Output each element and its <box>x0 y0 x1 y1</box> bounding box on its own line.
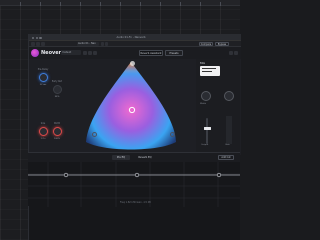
mix-title: Mix <box>200 61 206 65</box>
power-icon[interactable] <box>31 42 35 46</box>
knob-label: Early Ref. <box>51 80 63 83</box>
plate-icon <box>92 132 97 137</box>
presets-button[interactable]: Presets <box>165 49 183 56</box>
mix-knob[interactable] <box>224 91 234 101</box>
redo-icon[interactable] <box>88 50 92 55</box>
next-preset-icon[interactable] <box>105 42 108 46</box>
output-fader-track[interactable] <box>206 118 208 144</box>
record-icon[interactable] <box>36 42 40 46</box>
window-titlebar[interactable]: Audio 01-Fn - Neoverb <box>29 34 241 41</box>
width-label: Width <box>200 103 207 105</box>
compare-button[interactable]: Compare <box>199 42 213 46</box>
eq-tabs: Pre EQ Reverb EQ Add Cut <box>28 153 240 162</box>
add-cut-button[interactable]: Add Cut <box>218 155 234 160</box>
knob-value: 35% <box>54 96 60 98</box>
knob-value: 100% <box>54 138 60 140</box>
neoverb-logo <box>31 49 39 57</box>
plugin-header: Neoverb Default Reverb Assistant Presets <box>29 47 241 59</box>
early-reflections-knob[interactable] <box>53 85 62 94</box>
knob-label: Width <box>53 122 61 125</box>
gain-label: Gain <box>225 144 230 146</box>
room-icon <box>130 61 135 66</box>
tab-reverb-eq[interactable]: Reverb EQ <box>134 155 156 160</box>
prev-preset-icon[interactable] <box>101 42 104 46</box>
reverb-assistant-button[interactable]: Reverb Assistant <box>139 49 163 56</box>
eq-readout: Freq 1.82 kHz Gain -1.5 dB <box>120 201 151 204</box>
hall-icon <box>170 132 175 137</box>
output-meter <box>226 116 232 144</box>
bypass-button[interactable]: Bypass <box>215 42 229 46</box>
window-controls[interactable] <box>32 36 44 40</box>
knob-label: Pre-Delay <box>37 68 49 71</box>
knob-cell-width: Width 100% <box>46 122 68 144</box>
window-title: Audio 01-Fn - Neoverb <box>116 35 146 39</box>
width-output-knob[interactable] <box>201 91 211 101</box>
output-label: Output <box>201 144 209 146</box>
knob-cell-early: Early Ref. 35% <box>46 80 68 102</box>
undo-icon[interactable] <box>83 50 87 55</box>
output-fader-handle[interactable] <box>203 127 211 130</box>
help-icon[interactable] <box>234 50 238 55</box>
reverb-blend-pad[interactable] <box>80 60 182 152</box>
mini-display <box>200 66 220 76</box>
host-preset-field[interactable]: Audio 01 - Neo <box>77 42 99 46</box>
history-icon[interactable] <box>93 50 97 55</box>
daw-timeline-ruler[interactable] <box>0 0 240 6</box>
tab-pre-eq[interactable]: Pre EQ <box>112 155 130 160</box>
link-icon[interactable] <box>41 42 45 46</box>
preset-selector[interactable]: Default <box>61 50 81 55</box>
width-knob[interactable] <box>53 127 62 136</box>
settings-icon[interactable] <box>229 50 233 55</box>
eq-panel: Pre EQ Reverb EQ Add Cut Freq 1.82 kHz G… <box>28 152 240 207</box>
